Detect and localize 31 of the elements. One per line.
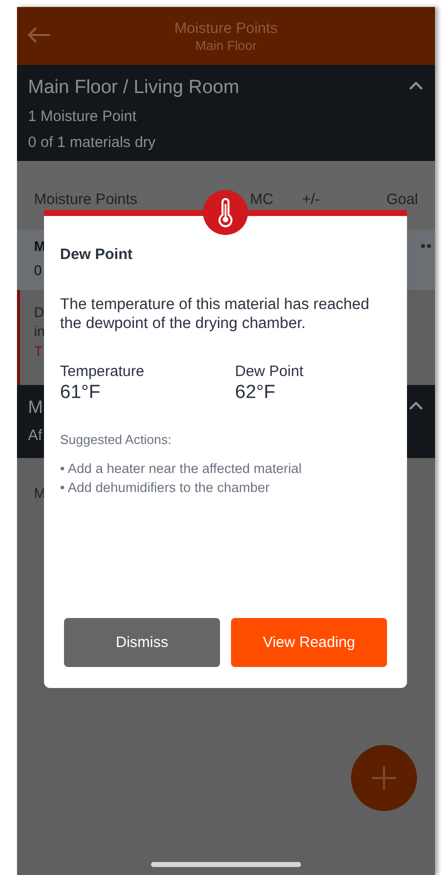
alert-text: D xyxy=(34,304,44,320)
room-title: M xyxy=(28,397,43,418)
column-header: Goal xyxy=(386,191,418,208)
room-summary: 1 Moisture Point xyxy=(28,108,136,125)
room-summary: 0 of 1 materials dry xyxy=(28,134,156,151)
point-value: 0 xyxy=(34,262,42,278)
plus-icon xyxy=(372,766,396,790)
dismiss-button[interactable]: Dismiss xyxy=(64,618,220,667)
stat-label: Temperature xyxy=(60,363,146,380)
dialog-message: The temperature of this material has reached the dewpoint of the drying chamber. xyxy=(60,295,370,333)
column-header: Moisture Points xyxy=(34,191,138,208)
column-header: MC xyxy=(250,191,274,208)
collapse-icon[interactable] xyxy=(409,81,423,90)
view-reading-button[interactable]: View Reading xyxy=(231,618,387,667)
suggested-actions-label: Suggested Actions: xyxy=(60,432,172,447)
dialog-title: Dew Point xyxy=(60,246,134,263)
room-title: Main Floor / Living Room xyxy=(28,77,240,99)
screen-subtitle: Main Floor xyxy=(195,38,257,52)
stat-label: Dew Point xyxy=(235,363,304,380)
stat-value: 61°F xyxy=(60,382,102,404)
suggested-action: • Add a heater near the affected material xyxy=(60,461,303,476)
back-icon[interactable] xyxy=(27,27,51,43)
alert-text: in xyxy=(34,323,45,339)
room-summary: Af xyxy=(28,427,42,444)
collapse-icon[interactable] xyxy=(409,401,423,410)
stat-value: 62°F xyxy=(235,382,276,404)
screen-title: Moisture Points xyxy=(174,20,278,36)
suggested-action: • Add dehumidifiers to the chamber xyxy=(60,480,271,495)
room-header[interactable]: Main Floor / Living Room 1 Moisture Point 0 of 1 materials dry xyxy=(17,65,435,161)
column-header: +/- xyxy=(302,191,321,208)
more-icon[interactable] xyxy=(421,244,431,248)
